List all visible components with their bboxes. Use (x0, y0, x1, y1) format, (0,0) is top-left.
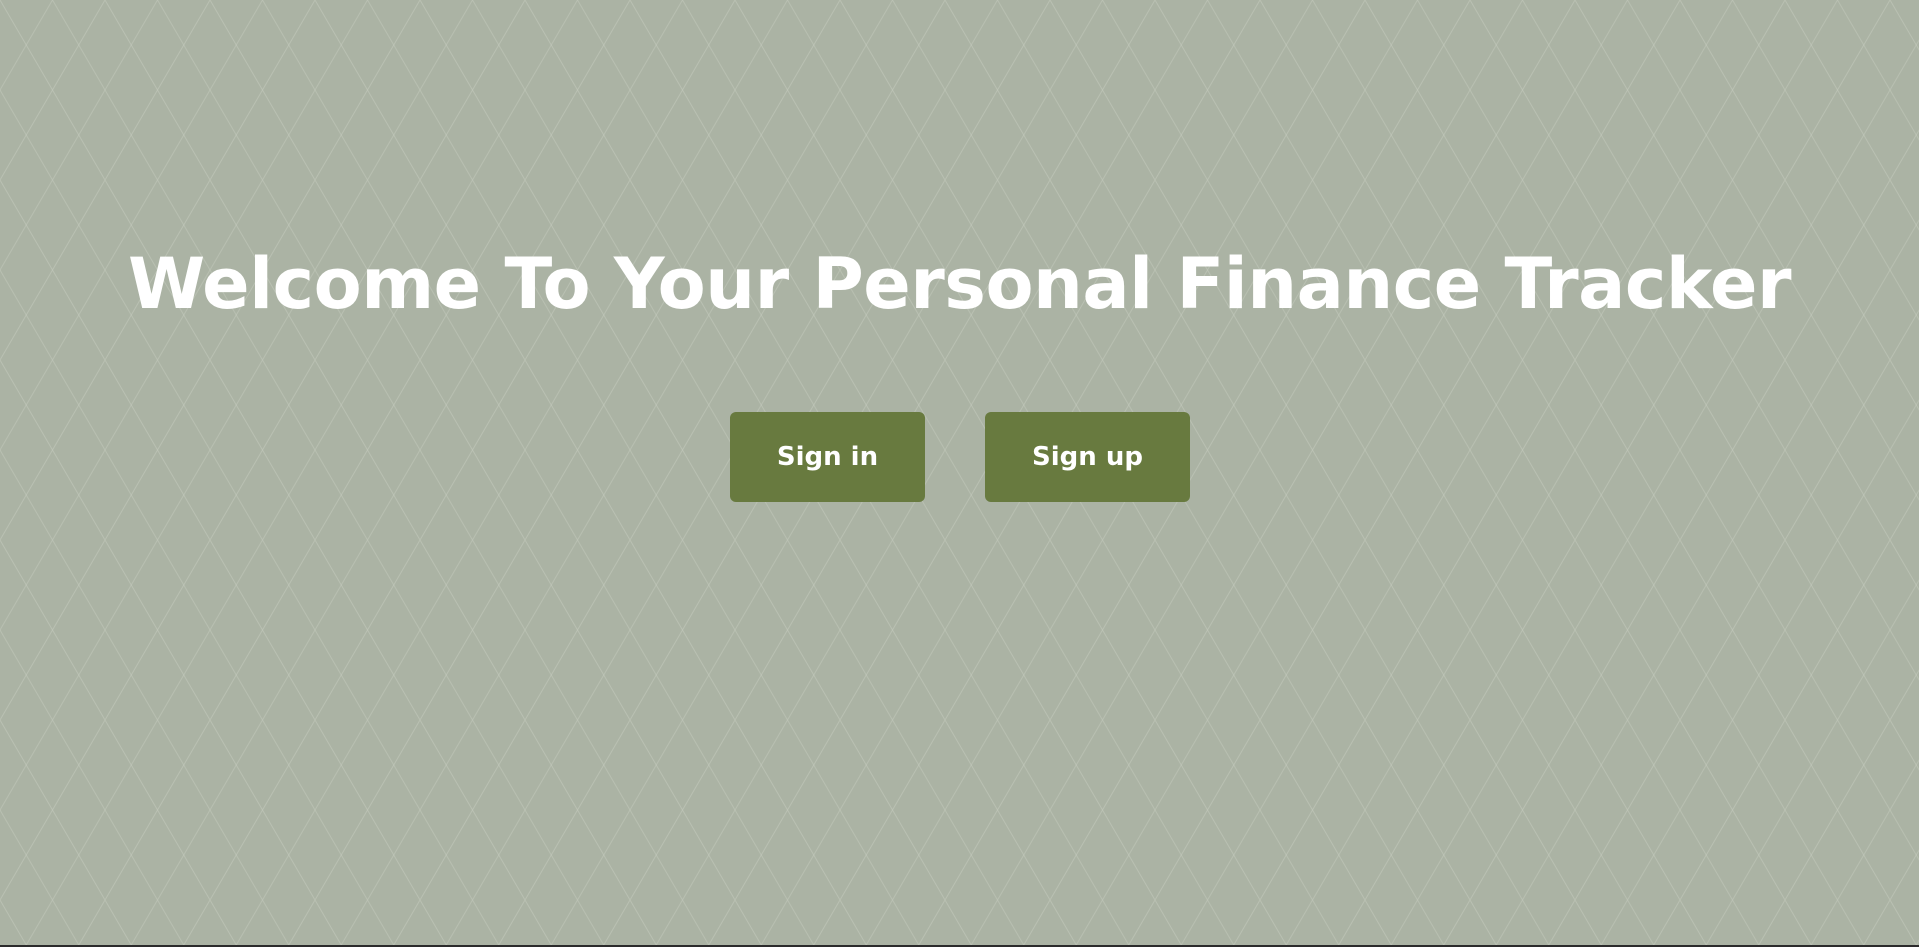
sign-up-button[interactable]: Sign up (985, 412, 1190, 502)
sign-in-button[interactable]: Sign in (730, 412, 925, 502)
sign-up-button-label: Sign up (1032, 442, 1143, 472)
landing-content: Welcome To Your Personal Finance Tracker… (0, 0, 1919, 947)
sign-in-button-label: Sign in (776, 442, 879, 472)
page-title: Welcome To Your Personal Finance Tracker (127, 243, 1792, 325)
